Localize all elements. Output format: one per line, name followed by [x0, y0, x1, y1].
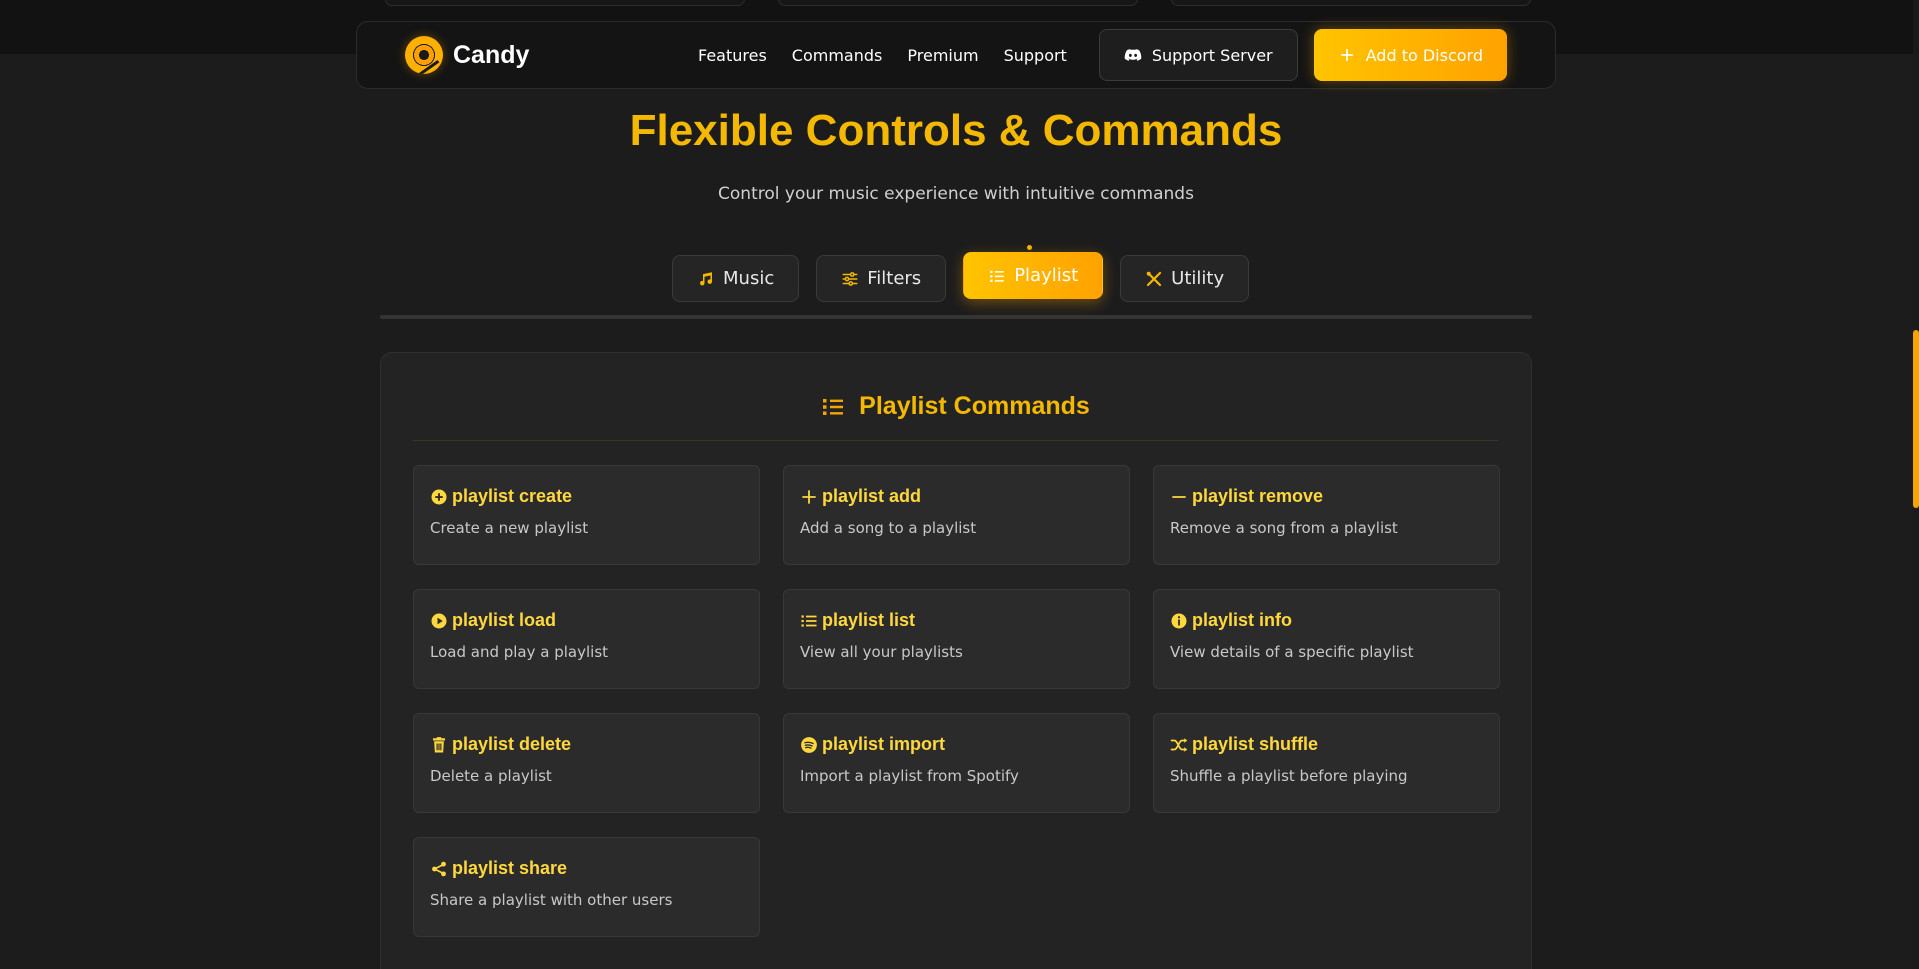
brand-name: Candy [453, 40, 530, 69]
section-title: Flexible Controls & Commands [629, 106, 1283, 155]
command-card-playlist-info[interactable]: playlist info View details of a specific… [1153, 589, 1500, 689]
command-description: Share a playlist with other users [430, 891, 673, 909]
plus-icon [802, 489, 816, 504]
sliders-icon [842, 271, 858, 286]
command-description: Remove a song from a playlist [1170, 519, 1398, 537]
nav-link-commands[interactable]: Commands [792, 46, 883, 65]
spotify-icon [801, 736, 817, 753]
tabs-divider [380, 315, 1532, 319]
music-note-icon [700, 271, 713, 285]
tab-music-label: Music [723, 268, 775, 289]
command-name: playlist remove [1192, 486, 1324, 506]
command-name: playlist load [452, 610, 557, 630]
candy-logo-icon [405, 36, 443, 74]
tools-icon [1146, 271, 1162, 286]
add-to-discord-button[interactable]: Add to Discord [1313, 29, 1507, 81]
command-description: View all your playlists [800, 643, 963, 661]
share-icon [432, 861, 446, 876]
support-server-label: Support Server [1151, 45, 1273, 65]
nav-link-features[interactable]: Features [698, 46, 767, 65]
command-description: View details of a specific playlist [1170, 643, 1414, 661]
command-tabs: Music Filters Playlist Utility [672, 252, 1250, 302]
command-grid: playlist create Create a new playlist pl… [413, 465, 1500, 937]
tab-music[interactable]: Music [672, 255, 800, 302]
command-name: playlist shuffle [1192, 734, 1319, 754]
list-icon [801, 614, 817, 627]
command-name: playlist delete [452, 734, 572, 754]
list-icon [990, 270, 1004, 282]
command-description: Delete a playlist [430, 767, 552, 785]
command-card-playlist-remove[interactable]: playlist remove Remove a song from a pla… [1153, 465, 1500, 565]
tab-playlist[interactable]: Playlist [963, 252, 1104, 299]
previous-card-stub [385, 0, 745, 6]
command-card-playlist-shuffle[interactable]: playlist shuffle Shuffle a playlist befo… [1153, 713, 1500, 813]
playlist-commands-panel: Playlist Commands playlist create Create… [380, 352, 1532, 969]
previous-card-stub [1171, 0, 1531, 6]
active-tab-indicator-dot [1027, 245, 1032, 250]
command-card-playlist-load[interactable]: playlist load Load and play a playlist [413, 589, 760, 689]
command-name: playlist import [822, 734, 946, 754]
command-card-playlist-create[interactable]: playlist create Create a new playlist [413, 465, 760, 565]
panel-title: Playlist Commands [859, 392, 1090, 420]
command-description: Create a new playlist [430, 519, 589, 537]
tab-filters[interactable]: Filters [816, 255, 947, 302]
command-card-playlist-delete[interactable]: playlist delete Delete a playlist [413, 713, 760, 813]
command-name: playlist add [822, 486, 922, 506]
command-name: playlist list [822, 610, 916, 630]
trash-icon [433, 736, 445, 752]
panel-header: Playlist Commands [413, 379, 1498, 441]
command-card-playlist-import[interactable]: playlist import Import a playlist from S… [783, 713, 1130, 813]
tab-playlist-label: Playlist [1014, 265, 1079, 286]
tab-filters-label: Filters [867, 268, 922, 289]
add-to-discord-label: Add to Discord [1365, 45, 1483, 65]
list-icon [823, 398, 844, 415]
brand[interactable]: Candy [405, 36, 529, 74]
command-name: playlist share [452, 858, 568, 878]
shuffle-icon [1170, 737, 1188, 752]
play-circle-icon [431, 613, 447, 628]
discord-icon [1124, 49, 1142, 61]
section-subtitle: Control your music experience with intui… [718, 184, 1194, 204]
command-description: Shuffle a playlist before playing [1170, 767, 1408, 785]
minus-icon [1172, 495, 1186, 498]
tab-utility-label: Utility [1171, 268, 1225, 289]
command-name: playlist create [452, 486, 573, 506]
nav-link-support[interactable]: Support [1004, 46, 1067, 65]
scrollbar-thumb[interactable] [1913, 330, 1919, 508]
command-card-playlist-add[interactable]: playlist add Add a song to a playlist [783, 465, 1130, 565]
command-description: Load and play a playlist [430, 643, 609, 661]
plus-circle-icon [431, 489, 447, 504]
command-card-playlist-list[interactable]: playlist list View all your playlists [783, 589, 1130, 689]
command-description: Add a song to a playlist [800, 519, 977, 537]
plus-icon [1340, 48, 1353, 62]
nav-link-premium[interactable]: Premium [907, 46, 978, 65]
command-name: playlist info [1192, 610, 1293, 630]
command-description: Import a playlist from Spotify [800, 767, 1019, 785]
support-server-button[interactable]: Support Server [1098, 29, 1298, 81]
navbar: Candy Features Commands Premium Support … [356, 21, 1556, 89]
nav-links: Features Commands Premium Support [698, 46, 1067, 65]
command-card-playlist-share[interactable]: playlist share Share a playlist with oth… [413, 837, 760, 937]
previous-card-stub [778, 0, 1138, 6]
tab-utility[interactable]: Utility [1120, 255, 1250, 302]
info-circle-icon [1171, 613, 1187, 628]
